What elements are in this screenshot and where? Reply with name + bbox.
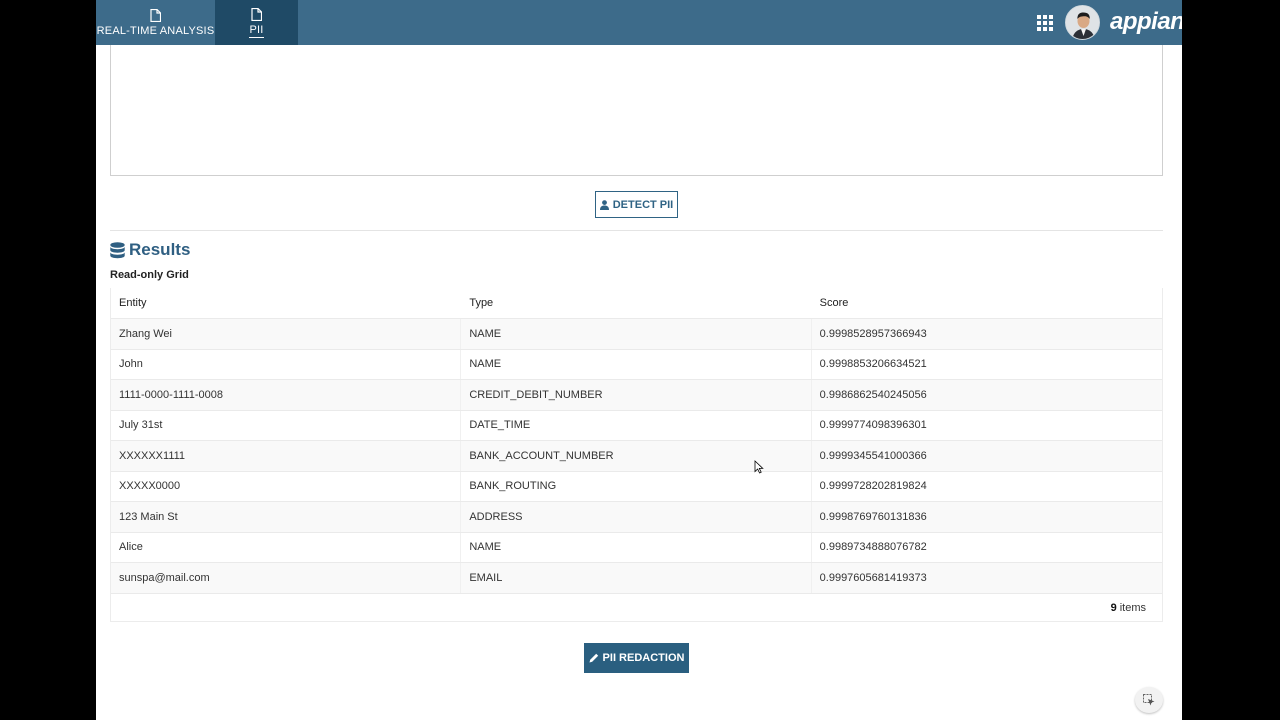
database-icon	[110, 241, 125, 258]
cell-entity: XXXXXX1111	[111, 441, 462, 471]
appian-logo: appian	[1110, 8, 1182, 35]
cell-entity: Alice	[111, 532, 462, 562]
grid-footer: 9 items	[111, 592, 1162, 622]
section-divider	[110, 230, 1163, 231]
cell-score: 0.9999774098396301	[819, 419, 927, 432]
cell-score: 0.9999345541000366	[819, 449, 927, 462]
table-row: sunspa@mail.com EMAIL 0.9997605681419373	[111, 562, 1162, 593]
pen-icon	[589, 653, 598, 663]
detect-pii-button[interactable]: DETECT PII	[595, 191, 678, 218]
tab-label: PII	[249, 23, 264, 38]
cell-type: CREDIT_DEBIT_NUMBER	[461, 380, 812, 410]
cell-type: BANK_ROUTING	[461, 471, 812, 501]
cell-score: 0.9998853206634521	[819, 358, 927, 371]
results-grid: Entity Type Score Zhang Wei NAME 0.99985…	[110, 288, 1163, 622]
tab-label: REAL-TIME ANALYSIS	[96, 24, 215, 37]
user-icon	[599, 199, 609, 210]
top-navigation-bar: REAL-TIME ANALYSIS PII appian	[96, 0, 1182, 45]
results-title: Results	[129, 240, 191, 259]
grid-label: Read-only Grid	[110, 269, 189, 281]
pii-redaction-label: PII REDACTION	[602, 652, 685, 664]
table-row: XXXXX0000 BANK_ROUTING 0.999972820281982…	[111, 470, 1162, 501]
cell-score: 0.9998769760131836	[819, 510, 927, 523]
cell-score: 0.9989734888076782	[819, 541, 927, 554]
column-header-entity: Entity	[119, 297, 147, 309]
column-header-type: Type	[469, 297, 494, 309]
cell-type: NAME	[461, 319, 812, 349]
cell-type: EMAIL	[461, 563, 812, 593]
cell-score: 0.9997605681419373	[819, 571, 927, 584]
select-tool-icon[interactable]	[1135, 687, 1163, 713]
app-launcher-icon[interactable]	[1037, 15, 1053, 31]
pii-redaction-button[interactable]: PII REDACTION	[584, 643, 689, 673]
results-heading: Results	[110, 240, 190, 260]
document-icon	[150, 8, 161, 22]
cell-score: 0.9998528957366943	[819, 327, 927, 340]
tab-pii[interactable]: PII	[215, 0, 298, 45]
cell-entity: 1111-0000-1111-0008	[111, 380, 462, 410]
grid-body: Zhang Wei NAME 0.9998528957366943 John N…	[111, 318, 1162, 593]
cell-entity: John	[111, 349, 462, 379]
document-icon	[251, 7, 262, 21]
user-avatar[interactable]	[1065, 5, 1100, 40]
table-row: July 31st DATE_TIME 0.9999774098396301	[111, 409, 1162, 440]
table-row: John NAME 0.9998853206634521	[111, 348, 1162, 379]
cell-entity: 123 Main St	[111, 502, 462, 532]
cell-type: NAME	[461, 349, 812, 379]
mouse-cursor-icon	[754, 460, 764, 474]
text-input-panel[interactable]	[110, 45, 1163, 176]
detect-pii-label: DETECT PII	[612, 198, 674, 211]
table-row: 123 Main St ADDRESS 0.9998769760131836	[111, 501, 1162, 532]
item-count: 9	[1110, 601, 1117, 614]
cell-entity: July 31st	[111, 410, 462, 440]
cell-score: 0.9999728202819824	[819, 480, 927, 493]
tab-real-time-analysis[interactable]: REAL-TIME ANALYSIS	[96, 0, 215, 45]
cell-type: DATE_TIME	[461, 410, 812, 440]
grid-header: Entity Type Score	[111, 288, 1162, 318]
column-header-score: Score	[819, 297, 849, 309]
items-label: items	[1119, 601, 1146, 614]
table-row: 1111-0000-1111-0008 CREDIT_DEBIT_NUMBER …	[111, 379, 1162, 410]
table-row: Alice NAME 0.9989734888076782	[111, 531, 1162, 562]
cell-type: NAME	[461, 532, 812, 562]
app-window: REAL-TIME ANALYSIS PII appian DETECT PII…	[96, 0, 1182, 720]
window-background	[1182, 0, 1280, 720]
cell-entity: sunspa@mail.com	[111, 563, 462, 593]
table-row: XXXXXX1111 BANK_ACCOUNT_NUMBER 0.9999345…	[111, 440, 1162, 471]
cell-type: ADDRESS	[461, 502, 812, 532]
cell-score: 0.9986862540245056	[819, 388, 927, 401]
table-row: Zhang Wei NAME 0.9998528957366943	[111, 318, 1162, 349]
cell-entity: XXXXX0000	[111, 471, 462, 501]
cell-entity: Zhang Wei	[111, 319, 462, 349]
